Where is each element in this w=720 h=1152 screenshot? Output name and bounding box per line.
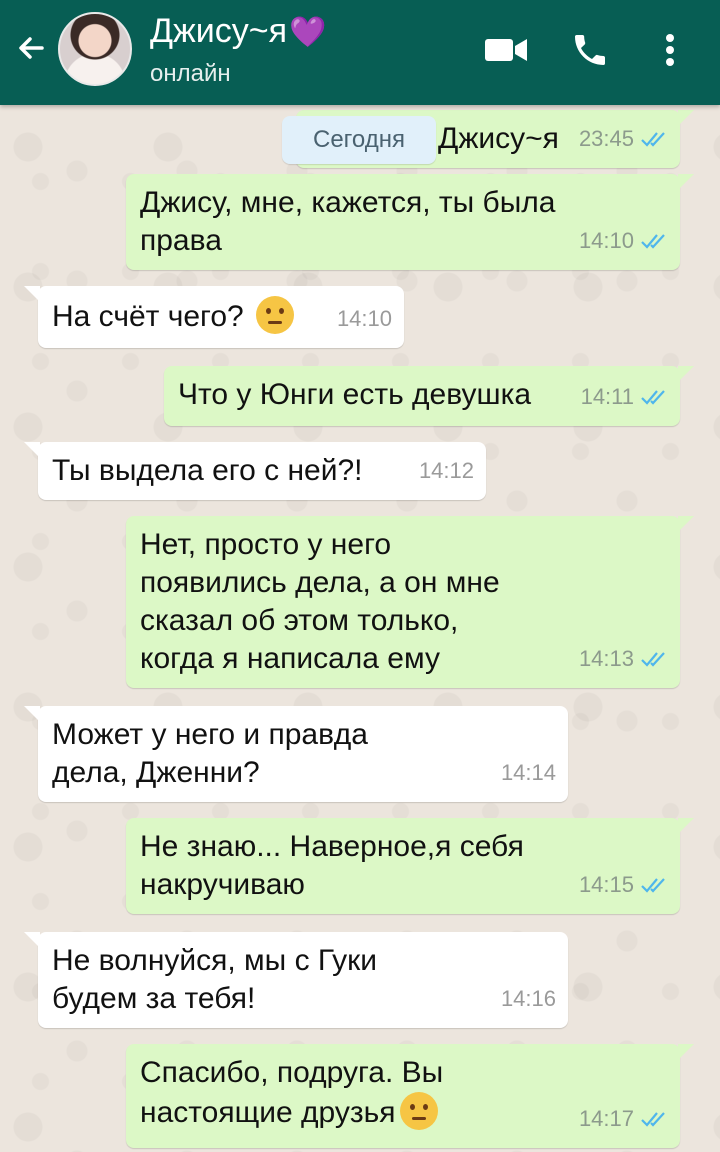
contact-name[interactable]: Джису~я💜 (150, 12, 326, 51)
message-text: Ты выдела его с ней?! (52, 454, 363, 487)
message-text: Не волнуйся, мы с Гуки будем за тебя! (52, 944, 378, 1015)
message-time: 14:10 (578, 228, 634, 253)
message-meta: 14:10 (579, 222, 668, 260)
message-time: 14:15 (578, 872, 634, 897)
double-check-read-icon (641, 234, 665, 249)
message-time: 14:12 (418, 458, 474, 483)
hugging-face-emoji (399, 1092, 438, 1130)
message-text: Спасибо, подруга. Вы настоящие друзья (140, 1056, 444, 1130)
message-time: 14:10 (336, 306, 392, 331)
message-bubble-incoming[interactable]: На счёт чего? 14:10 (24, 286, 404, 348)
message-bubble-incoming[interactable]: Ты выдела его с ней?! 14:12 (24, 442, 486, 500)
contact-status: онлайн (150, 60, 231, 87)
message-bubble-outgoing[interactable]: Что у Юнги есть девушка 14:11 (164, 366, 694, 426)
message-bubble-outgoing[interactable]: Нет, просто у него появились дела, а он … (126, 516, 694, 688)
message-time: 23:45 (578, 126, 634, 151)
message-bubble-incoming[interactable]: Не волнуйся, мы с Гуки будем за тебя! 14… (24, 932, 568, 1028)
avatar[interactable] (58, 12, 132, 86)
message-meta: 14:12 (419, 452, 474, 490)
message-text: Что у Юнги есть девушка (178, 378, 532, 411)
message-time: 14:16 (500, 986, 556, 1011)
message-meta: 14:17 (579, 1100, 668, 1138)
message-text: Джису, мне, кажется, ты была права (140, 186, 556, 257)
message-text: Нет, просто у него появились дела, а он … (140, 528, 500, 675)
double-check-read-icon (641, 878, 665, 893)
date-separator: Сегодня (282, 116, 436, 164)
video-call-button[interactable] (482, 26, 530, 74)
message-time: 14:14 (500, 760, 556, 785)
message-bubble-outgoing[interactable]: Спасибо, подруга. Вы настоящие друзья 14… (126, 1044, 694, 1148)
thinking-face-emoji (256, 296, 295, 334)
video-call-icon (485, 39, 527, 61)
more-vert-icon (666, 34, 674, 66)
message-time: 14:17 (578, 1106, 634, 1131)
phone-icon (575, 35, 605, 65)
message-text: Может у него и правда дела, Дженни? (52, 718, 368, 789)
message-meta: 14:16 (501, 980, 556, 1018)
message-time: 14:13 (578, 646, 634, 671)
message-meta: 14:14 (501, 754, 556, 792)
message-bubble-incoming[interactable]: Может у него и правда дела, Дженни? 14:1… (24, 706, 568, 802)
double-check-read-icon (641, 652, 665, 667)
chat-header: Джису~я💜 онлайн (0, 0, 720, 105)
message-text: Не знаю... Наверное,я себя накручиваю (140, 830, 524, 901)
more-options-button[interactable] (646, 26, 694, 74)
message-meta: 23:45 (579, 120, 668, 158)
message-meta: 14:15 (579, 866, 668, 904)
purple-heart-emoji: 💜 (289, 16, 327, 49)
message-meta: 14:13 (579, 640, 668, 678)
double-check-read-icon (641, 1112, 665, 1127)
voice-call-button[interactable] (566, 26, 614, 74)
message-bubble-outgoing[interactable]: Джису, мне, кажется, ты была права 14:10 (126, 174, 694, 270)
double-check-read-icon (641, 390, 665, 405)
message-text: На счёт чего? (52, 296, 314, 336)
message-bubble-outgoing[interactable]: Не знаю... Наверное,я себя накручиваю 14… (126, 818, 694, 914)
message-time: 14:11 (580, 384, 634, 409)
back-button[interactable] (12, 28, 52, 68)
back-arrow-icon (19, 37, 44, 59)
message-meta: 14:10 (337, 300, 392, 338)
double-check-read-icon (641, 132, 665, 147)
message-meta: 14:11 (581, 378, 668, 416)
